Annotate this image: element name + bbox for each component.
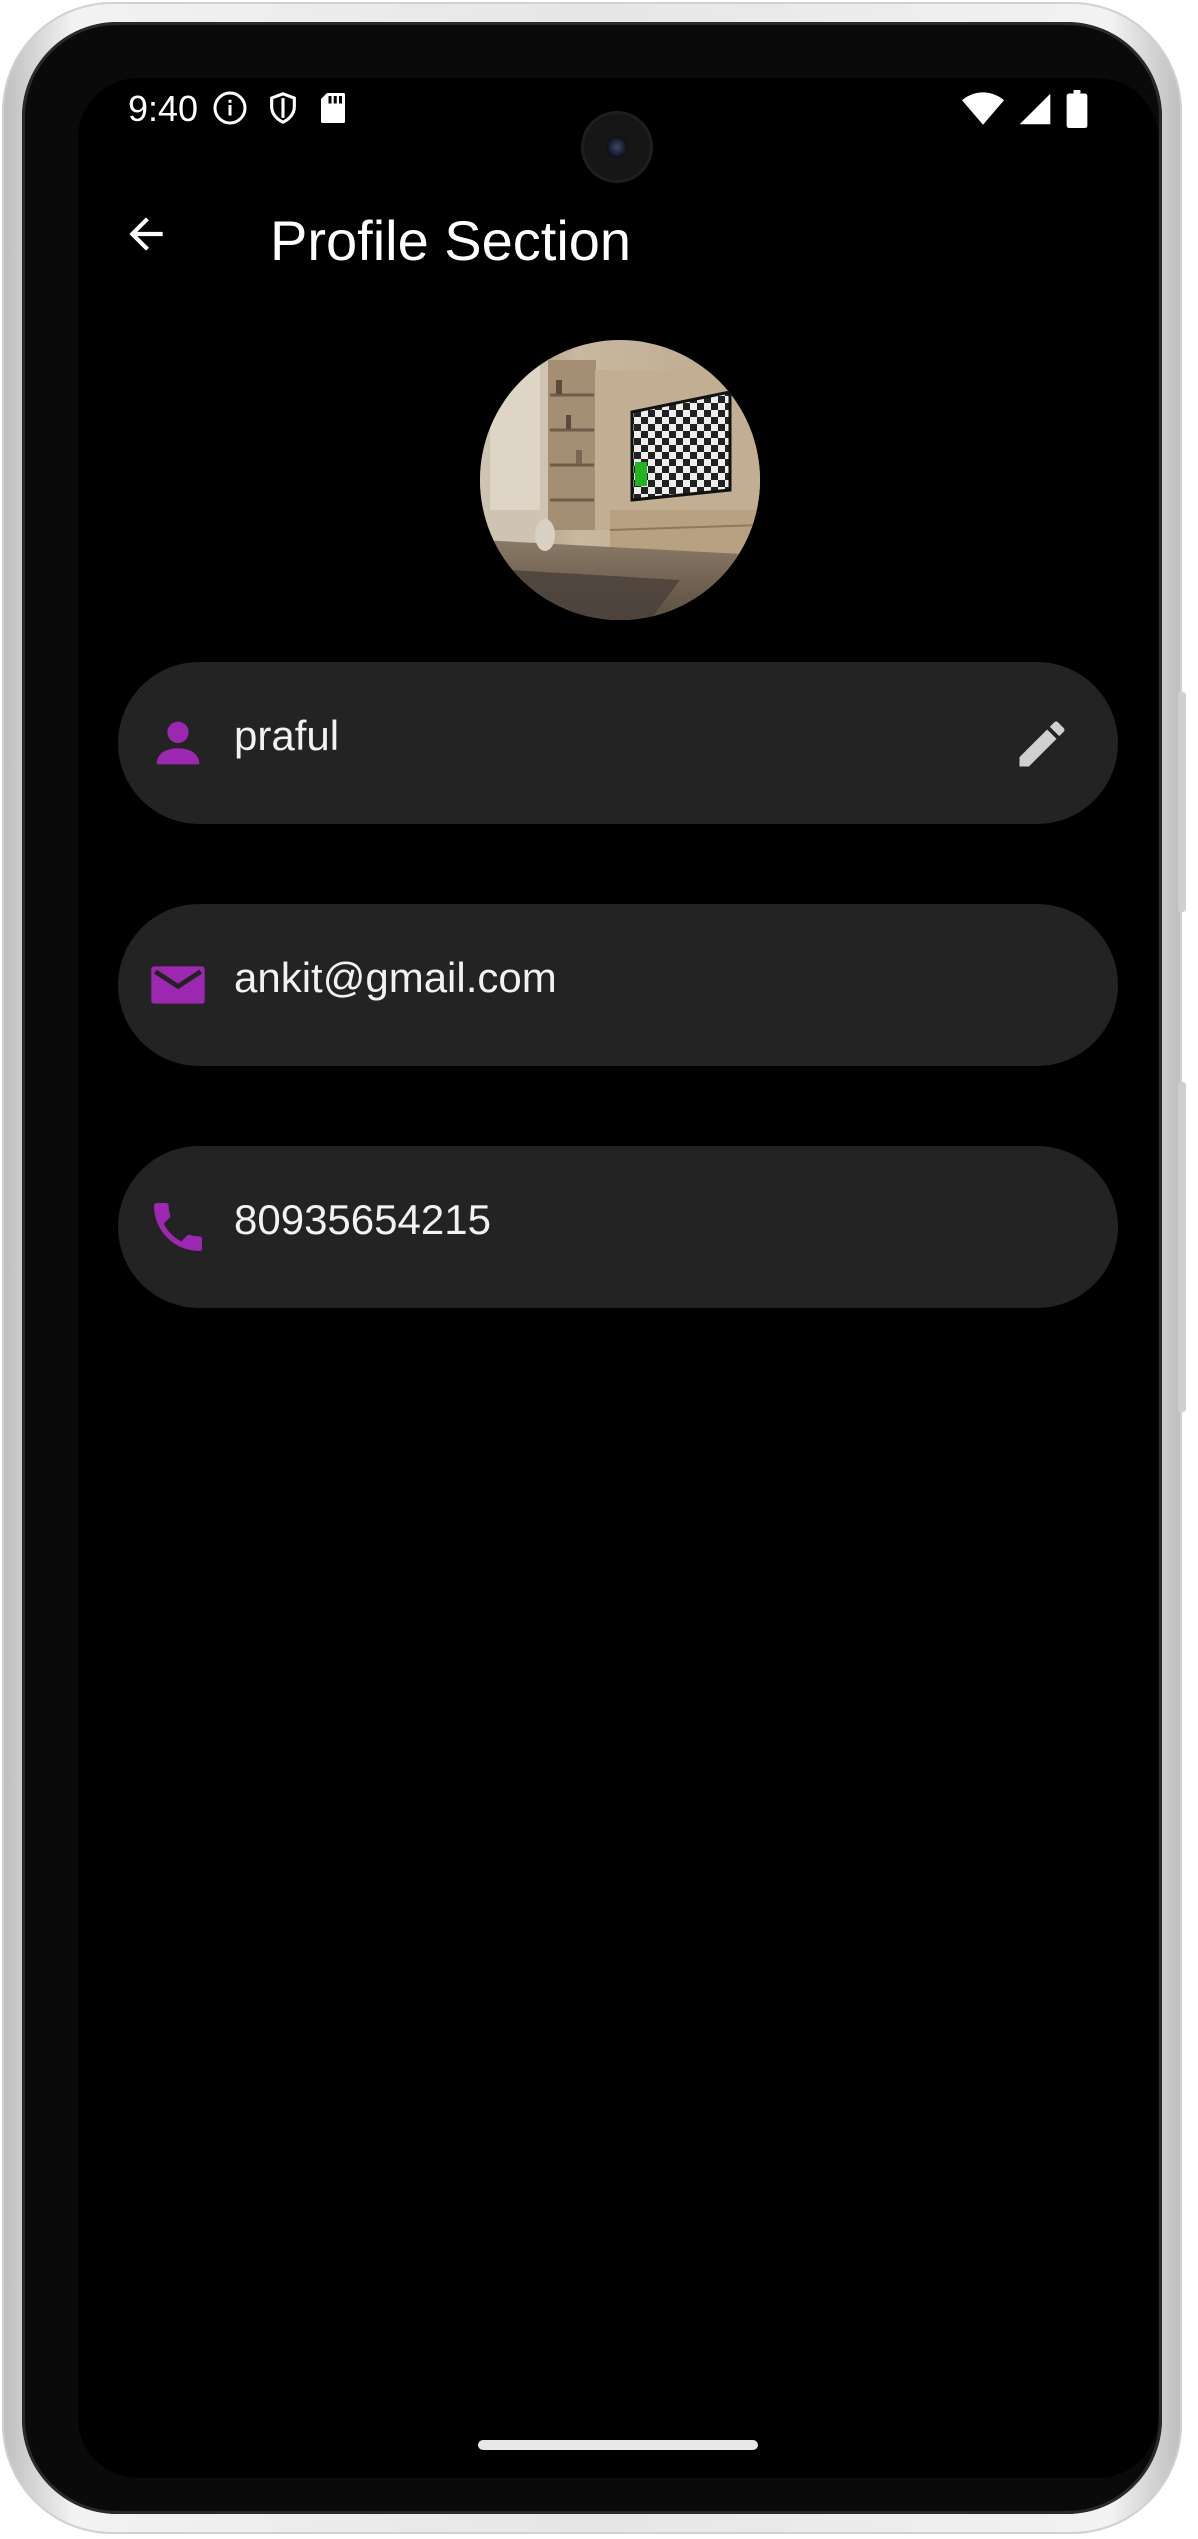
device-frame: 9:40 Profile Section praful ankit@gmail.… (2, 2, 1186, 2534)
signal-icon (1018, 91, 1052, 132)
screen: 9:40 Profile Section praful ankit@gmail.… (78, 78, 1158, 2478)
battery-icon (1066, 90, 1088, 133)
volume-button (1178, 1082, 1186, 1412)
home-indicator[interactable] (478, 2440, 758, 2450)
sd-card-icon (318, 90, 348, 131)
power-button (1178, 692, 1186, 912)
avatar-image (480, 340, 760, 620)
phone-value: 80935654215 (234, 1196, 491, 1243)
pencil-icon[interactable] (1012, 714, 1072, 774)
status-icons-right (962, 90, 1088, 133)
device-bezel: 9:40 Profile Section praful ankit@gmail.… (22, 22, 1162, 2514)
arrow-left-icon (129, 217, 163, 251)
info-icon (212, 90, 248, 131)
name-value: praful (234, 712, 340, 759)
page-title: Profile Section (270, 209, 632, 272)
name-field[interactable]: praful (118, 662, 1118, 824)
back-button[interactable] (118, 206, 174, 262)
status-icons-left (212, 90, 348, 131)
email-value: ankit@gmail.com (234, 954, 557, 1001)
phone-icon (154, 1203, 202, 1251)
wifi-icon (962, 91, 1004, 132)
person-icon (156, 721, 200, 765)
email-field[interactable]: ankit@gmail.com (118, 904, 1118, 1066)
avatar[interactable] (480, 340, 760, 620)
shield-icon (266, 90, 300, 131)
app-bar: Profile Section (78, 178, 1158, 288)
status-time: 9:40 (128, 88, 199, 129)
phone-field[interactable]: 80935654215 (118, 1146, 1118, 1308)
mail-icon (151, 966, 205, 1004)
front-camera (584, 114, 650, 180)
